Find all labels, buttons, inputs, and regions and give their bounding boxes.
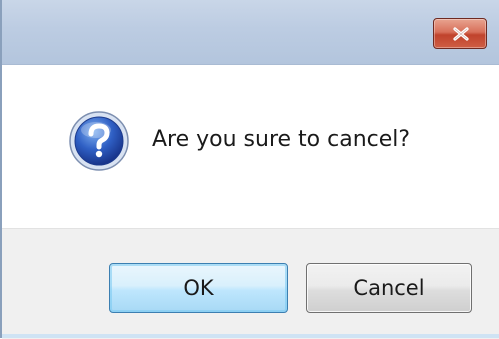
window-bottom-edge xyxy=(2,334,499,338)
dialog-message: Are you sure to cancel? xyxy=(152,127,411,152)
close-button[interactable] xyxy=(433,18,487,49)
question-icon xyxy=(68,110,130,172)
title-bar[interactable] xyxy=(2,0,499,65)
dialog-window: Are you sure to cancel? OK Cancel xyxy=(0,0,499,339)
close-x-icon xyxy=(453,27,469,41)
cancel-button[interactable]: Cancel xyxy=(306,263,472,313)
ok-button[interactable]: OK xyxy=(109,263,288,313)
